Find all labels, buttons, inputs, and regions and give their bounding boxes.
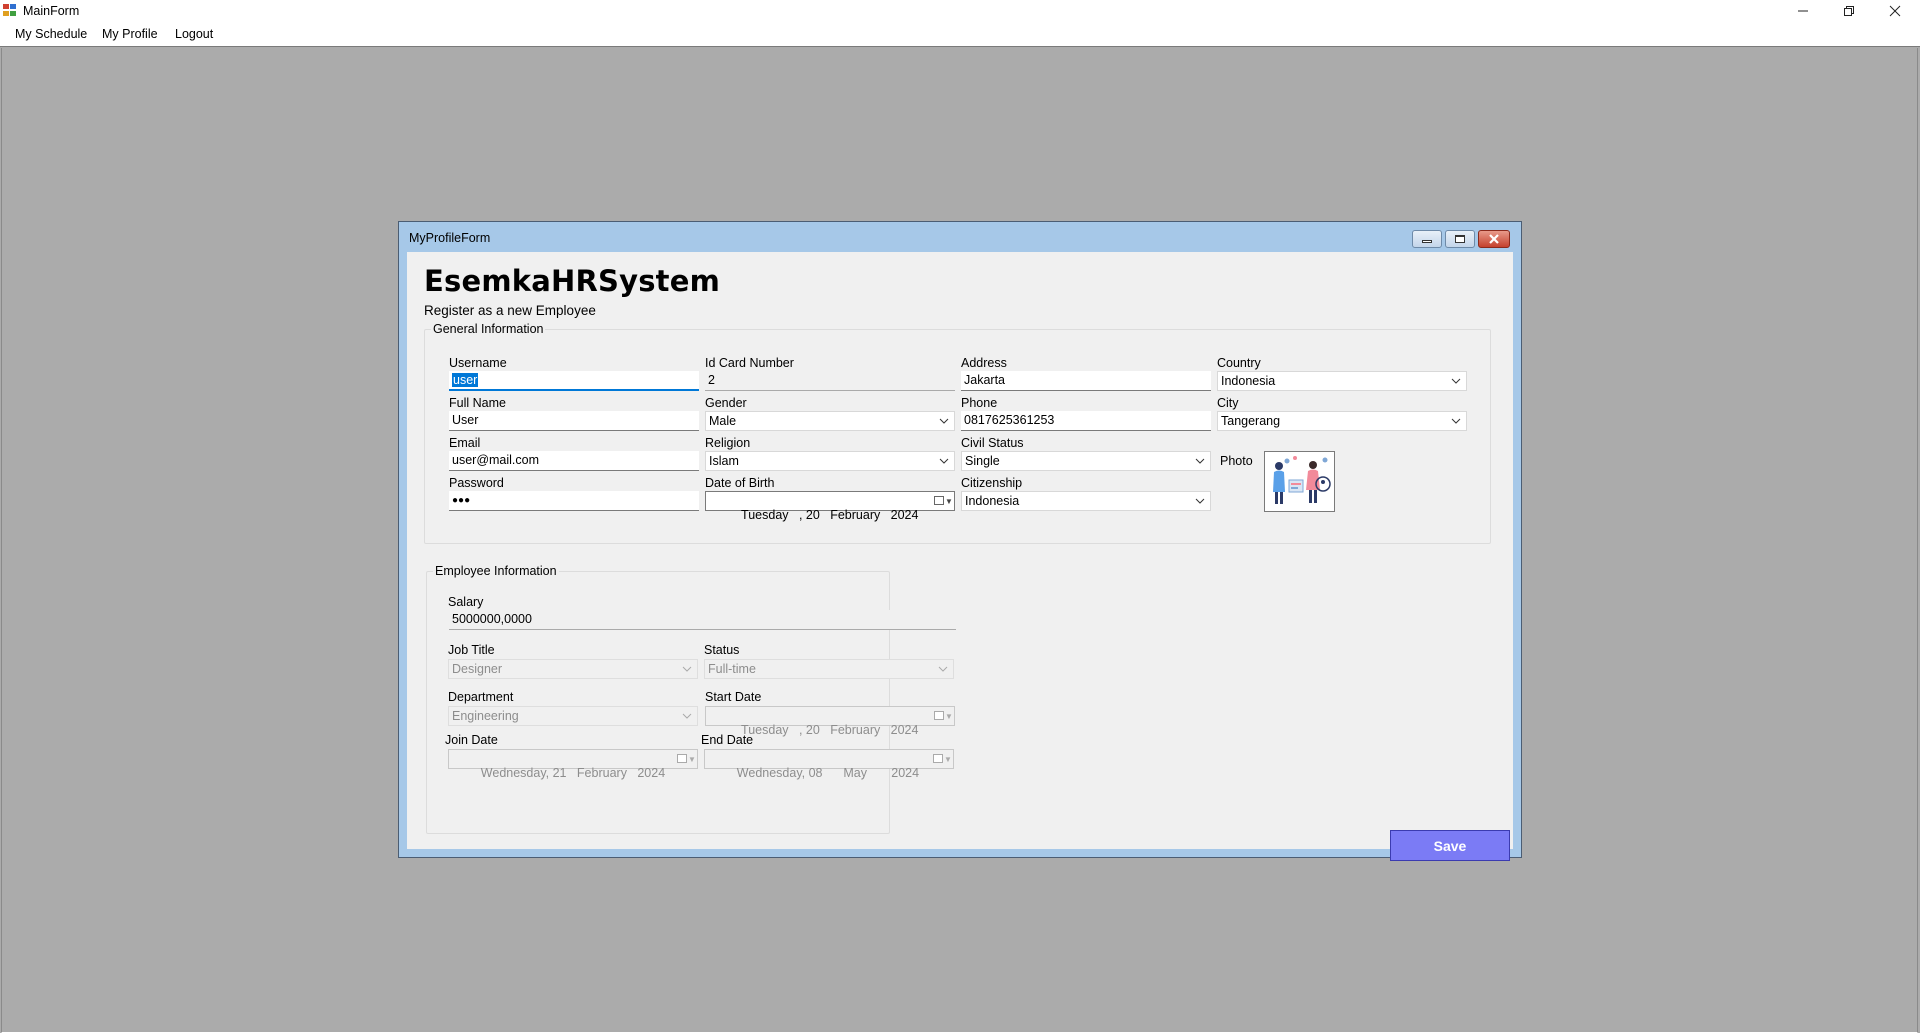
close-icon[interactable] bbox=[1872, 0, 1918, 22]
username-field[interactable]: user bbox=[449, 371, 699, 391]
child-window-title: MyProfileForm bbox=[409, 231, 491, 245]
join-date-label: Join Date bbox=[445, 733, 498, 747]
password-field[interactable]: ●●● bbox=[449, 491, 699, 511]
civil-status-select[interactable]: Single bbox=[961, 451, 1211, 471]
general-information-group: General Information Username user Full N… bbox=[424, 322, 1491, 544]
civil-status-value: Single bbox=[965, 454, 1000, 468]
dob-label: Date of Birth bbox=[705, 476, 775, 490]
status-label: Status bbox=[704, 643, 740, 657]
app-heading: EsemkaHRSystem bbox=[424, 264, 721, 298]
profile-photo[interactable] bbox=[1264, 451, 1335, 512]
status-value: Full-time bbox=[708, 662, 756, 676]
password-label: Password bbox=[449, 476, 504, 490]
religion-value: Islam bbox=[709, 454, 739, 468]
main-titlebar: MainForm bbox=[0, 0, 1920, 22]
chevron-down-icon bbox=[1451, 378, 1461, 384]
phone-field[interactable]: 0817625361253 bbox=[961, 411, 1211, 431]
start-date-picker[interactable]: Tuesday , 20 February 2024 ▼ bbox=[705, 706, 955, 737]
country-value: Indonesia bbox=[1221, 374, 1276, 388]
fullname-label: Full Name bbox=[449, 396, 506, 410]
menu-my-schedule[interactable]: My Schedule bbox=[15, 27, 87, 41]
restore-icon[interactable] bbox=[1826, 0, 1872, 22]
chevron-down-icon bbox=[1195, 498, 1205, 504]
job-title-label: Job Title bbox=[448, 643, 495, 657]
chevron-down-icon bbox=[939, 418, 949, 424]
start-date-value: Tuesday , 20 February 2024 bbox=[737, 723, 919, 737]
photo-label: Photo bbox=[1220, 454, 1253, 468]
department-select[interactable]: Engineering bbox=[448, 706, 698, 726]
country-label: Country bbox=[1217, 356, 1261, 370]
minimize-icon[interactable] bbox=[1780, 0, 1826, 22]
idcard-field[interactable]: 2 bbox=[705, 371, 955, 391]
chevron-down-icon bbox=[682, 666, 692, 672]
address-field[interactable]: Jakarta bbox=[961, 371, 1211, 391]
country-select[interactable]: Indonesia bbox=[1217, 371, 1467, 391]
employee-information-legend: Employee Information bbox=[433, 564, 559, 578]
salary-label: Salary bbox=[448, 595, 484, 609]
dob-value: Tuesday , 20 February 2024 bbox=[737, 508, 919, 522]
start-date-label: Start Date bbox=[705, 690, 762, 704]
status-select[interactable]: Full-time bbox=[704, 659, 954, 679]
app-icon bbox=[3, 4, 17, 17]
phone-label: Phone bbox=[961, 396, 998, 410]
citizenship-value: Indonesia bbox=[965, 494, 1020, 508]
profile-form-body: EsemkaHRSystem Register as a new Employe… bbox=[407, 252, 1513, 861]
salary-field[interactable]: 5000000,0000 bbox=[449, 610, 956, 630]
end-date-label: End Date bbox=[701, 733, 754, 747]
job-title-value: Designer bbox=[452, 662, 503, 676]
form-subtitle: Register as a new Employee bbox=[424, 303, 596, 318]
username-label: Username bbox=[449, 356, 507, 370]
join-date-value: Wednesday, 21 February 2024 bbox=[480, 766, 666, 780]
employee-information-group: Employee Information Salary 5000000,0000… bbox=[426, 564, 956, 834]
profile-illustration bbox=[1265, 452, 1334, 511]
job-title-select[interactable]: Designer bbox=[448, 659, 698, 679]
join-date-picker[interactable]: Wednesday, 21 February 2024 ▼ bbox=[448, 749, 698, 780]
my-profile-form-window: MyProfileForm EsemkaHRSystem Register as… bbox=[398, 221, 1522, 861]
child-close-icon[interactable] bbox=[1478, 230, 1510, 248]
username-value: user bbox=[452, 373, 479, 387]
calendar-icon[interactable]: ▼ bbox=[932, 752, 952, 766]
gender-label: Gender bbox=[705, 396, 747, 410]
child-maximize-icon[interactable] bbox=[1445, 230, 1475, 248]
idcard-label: Id Card Number bbox=[705, 356, 794, 370]
child-minimize-icon[interactable] bbox=[1412, 230, 1442, 248]
chevron-down-icon bbox=[939, 458, 949, 464]
end-date-picker[interactable]: Wednesday, 08 May 2024 ▼ bbox=[704, 749, 954, 780]
address-label: Address bbox=[961, 356, 1007, 370]
calendar-icon[interactable]: ▼ bbox=[933, 709, 953, 723]
dob-datepicker[interactable]: Tuesday , 20 February 2024 ▼ bbox=[705, 491, 955, 522]
email-field[interactable]: user@mail.com bbox=[449, 451, 699, 471]
window-title: MainForm bbox=[23, 4, 80, 18]
gender-select[interactable]: Male bbox=[705, 411, 955, 431]
city-label: City bbox=[1217, 396, 1239, 410]
chevron-down-icon bbox=[682, 713, 692, 719]
menu-bar: My Schedule My Profile Logout bbox=[0, 22, 1920, 47]
department-label: Department bbox=[448, 690, 514, 704]
general-information-legend: General Information bbox=[431, 322, 546, 336]
citizenship-select[interactable]: Indonesia bbox=[961, 491, 1211, 511]
calendar-icon[interactable]: ▼ bbox=[676, 752, 696, 766]
save-button[interactable]: Save bbox=[1390, 830, 1510, 861]
chevron-down-icon bbox=[1451, 418, 1461, 424]
gender-value: Male bbox=[709, 414, 737, 428]
end-date-value: Wednesday, 08 May 2024 bbox=[736, 766, 920, 780]
chevron-down-icon bbox=[938, 666, 948, 672]
city-select[interactable]: Tangerang bbox=[1217, 411, 1467, 431]
city-value: Tangerang bbox=[1221, 414, 1281, 428]
religion-label: Religion bbox=[705, 436, 751, 450]
religion-select[interactable]: Islam bbox=[705, 451, 955, 471]
department-value: Engineering bbox=[452, 709, 519, 723]
civil-status-label: Civil Status bbox=[961, 436, 1024, 450]
email-label: Email bbox=[449, 436, 481, 450]
menu-logout[interactable]: Logout bbox=[175, 27, 213, 41]
fullname-field[interactable]: User bbox=[449, 411, 699, 431]
chevron-down-icon bbox=[1195, 458, 1205, 464]
menu-my-profile[interactable]: My Profile bbox=[102, 27, 158, 41]
citizenship-label: Citizenship bbox=[961, 476, 1023, 490]
calendar-icon[interactable]: ▼ bbox=[933, 494, 953, 508]
